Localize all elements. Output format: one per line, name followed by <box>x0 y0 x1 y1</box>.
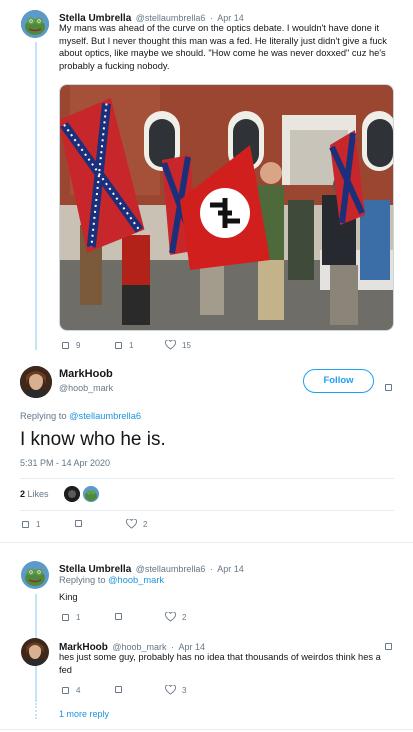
author-handle[interactable]: @stellaumbrella6 <box>136 564 206 574</box>
retweet-count: 1 <box>129 341 134 350</box>
heart-icon <box>165 340 176 350</box>
reply-count: 1 <box>76 613 81 622</box>
liker-avatar[interactable] <box>83 486 99 502</box>
replying-to-link[interactable]: @stellaumbrella6 <box>69 411 141 421</box>
divider <box>20 478 394 479</box>
reply-button[interactable]: 1 <box>22 520 40 529</box>
stella-avatar[interactable] <box>21 10 49 38</box>
retweet-icon <box>115 686 122 693</box>
thread-dots <box>35 703 37 719</box>
replying-to: Replying to @hoob_mark <box>59 575 164 585</box>
like-button[interactable]: 3 <box>165 685 186 695</box>
retweet-icon <box>115 613 122 620</box>
heart-icon <box>165 685 176 695</box>
like-count: 2 <box>182 612 187 622</box>
reply-icon <box>22 521 29 528</box>
separator: · <box>209 564 213 574</box>
reply-button[interactable]: 4 <box>62 686 80 695</box>
reply2-text: hes just some guy, probably has no idea … <box>59 652 381 675</box>
more-options-button[interactable] <box>385 378 392 396</box>
stella-avatar[interactable] <box>21 561 49 589</box>
frog-avatar-icon <box>21 10 49 38</box>
divider <box>20 510 394 511</box>
reply-button[interactable]: 9 <box>62 341 80 350</box>
tweet-photo[interactable] <box>59 84 394 331</box>
portrait-avatar-icon <box>21 638 49 666</box>
follow-button[interactable]: Follow <box>303 369 374 393</box>
markhoob-avatar[interactable] <box>20 366 52 398</box>
reply-count: 1 <box>36 520 41 529</box>
frog-avatar-icon <box>21 561 49 589</box>
like-button[interactable]: 2 <box>126 519 147 529</box>
reply-count: 4 <box>76 686 81 695</box>
likes-summary[interactable]: 2 Likes <box>20 489 49 499</box>
more-replies-link[interactable]: 1 more reply <box>59 709 109 719</box>
retweet-button[interactable] <box>115 686 122 693</box>
reply1-text: King <box>59 592 78 602</box>
likes-total: 2 <box>20 489 26 499</box>
tweet-timestamp[interactable]: 5:31 PM - 14 Apr 2020 <box>20 458 110 468</box>
tweet-date[interactable]: Apr 14 <box>217 564 244 574</box>
replying-to: Replying to @stellaumbrella6 <box>20 411 141 421</box>
reply-button[interactable]: 1 <box>62 613 80 622</box>
reply-icon <box>62 687 69 694</box>
main-tweet-text: I know who he is. <box>20 429 166 450</box>
heart-icon <box>126 519 137 529</box>
main-author-handle[interactable]: @hoob_mark <box>59 383 113 393</box>
retweet-button[interactable]: 1 <box>115 341 133 350</box>
rally-photo <box>60 85 393 330</box>
reply-icon <box>62 614 69 621</box>
like-button[interactable]: 2 <box>165 612 186 622</box>
retweet-icon <box>75 520 82 527</box>
replying-to-link[interactable]: @hoob_mark <box>108 575 164 585</box>
markhoob-avatar[interactable] <box>21 638 49 666</box>
replying-prefix: Replying to <box>20 411 70 421</box>
heart-icon <box>165 612 176 622</box>
replying-prefix: Replying to <box>59 575 109 585</box>
like-count: 3 <box>182 685 187 695</box>
retweet-button[interactable] <box>115 613 122 620</box>
tweet1-text: My mans was ahead of the curve on the op… <box>59 23 387 71</box>
like-button[interactable]: 15 <box>165 340 191 350</box>
retweet-button[interactable] <box>75 520 82 527</box>
retweet-icon <box>115 342 122 349</box>
reply-icon <box>62 342 69 349</box>
frog-avatar-icon <box>83 486 99 502</box>
chevron-down-icon <box>385 384 392 391</box>
thread-line <box>35 42 37 350</box>
liker-avatar-icon <box>64 486 80 502</box>
author-name[interactable]: Stella Umbrella <box>59 564 131 575</box>
divider <box>0 729 413 730</box>
main-author-name[interactable]: MarkHoob <box>59 368 113 380</box>
like-count: 15 <box>182 340 191 350</box>
likes-label: Likes <box>27 489 49 499</box>
chevron-down-icon <box>385 643 392 650</box>
divider <box>0 542 413 543</box>
reply-count: 9 <box>76 341 81 350</box>
portrait-avatar-icon <box>20 366 52 398</box>
like-count: 2 <box>143 519 148 529</box>
liker-avatar[interactable] <box>64 486 80 502</box>
